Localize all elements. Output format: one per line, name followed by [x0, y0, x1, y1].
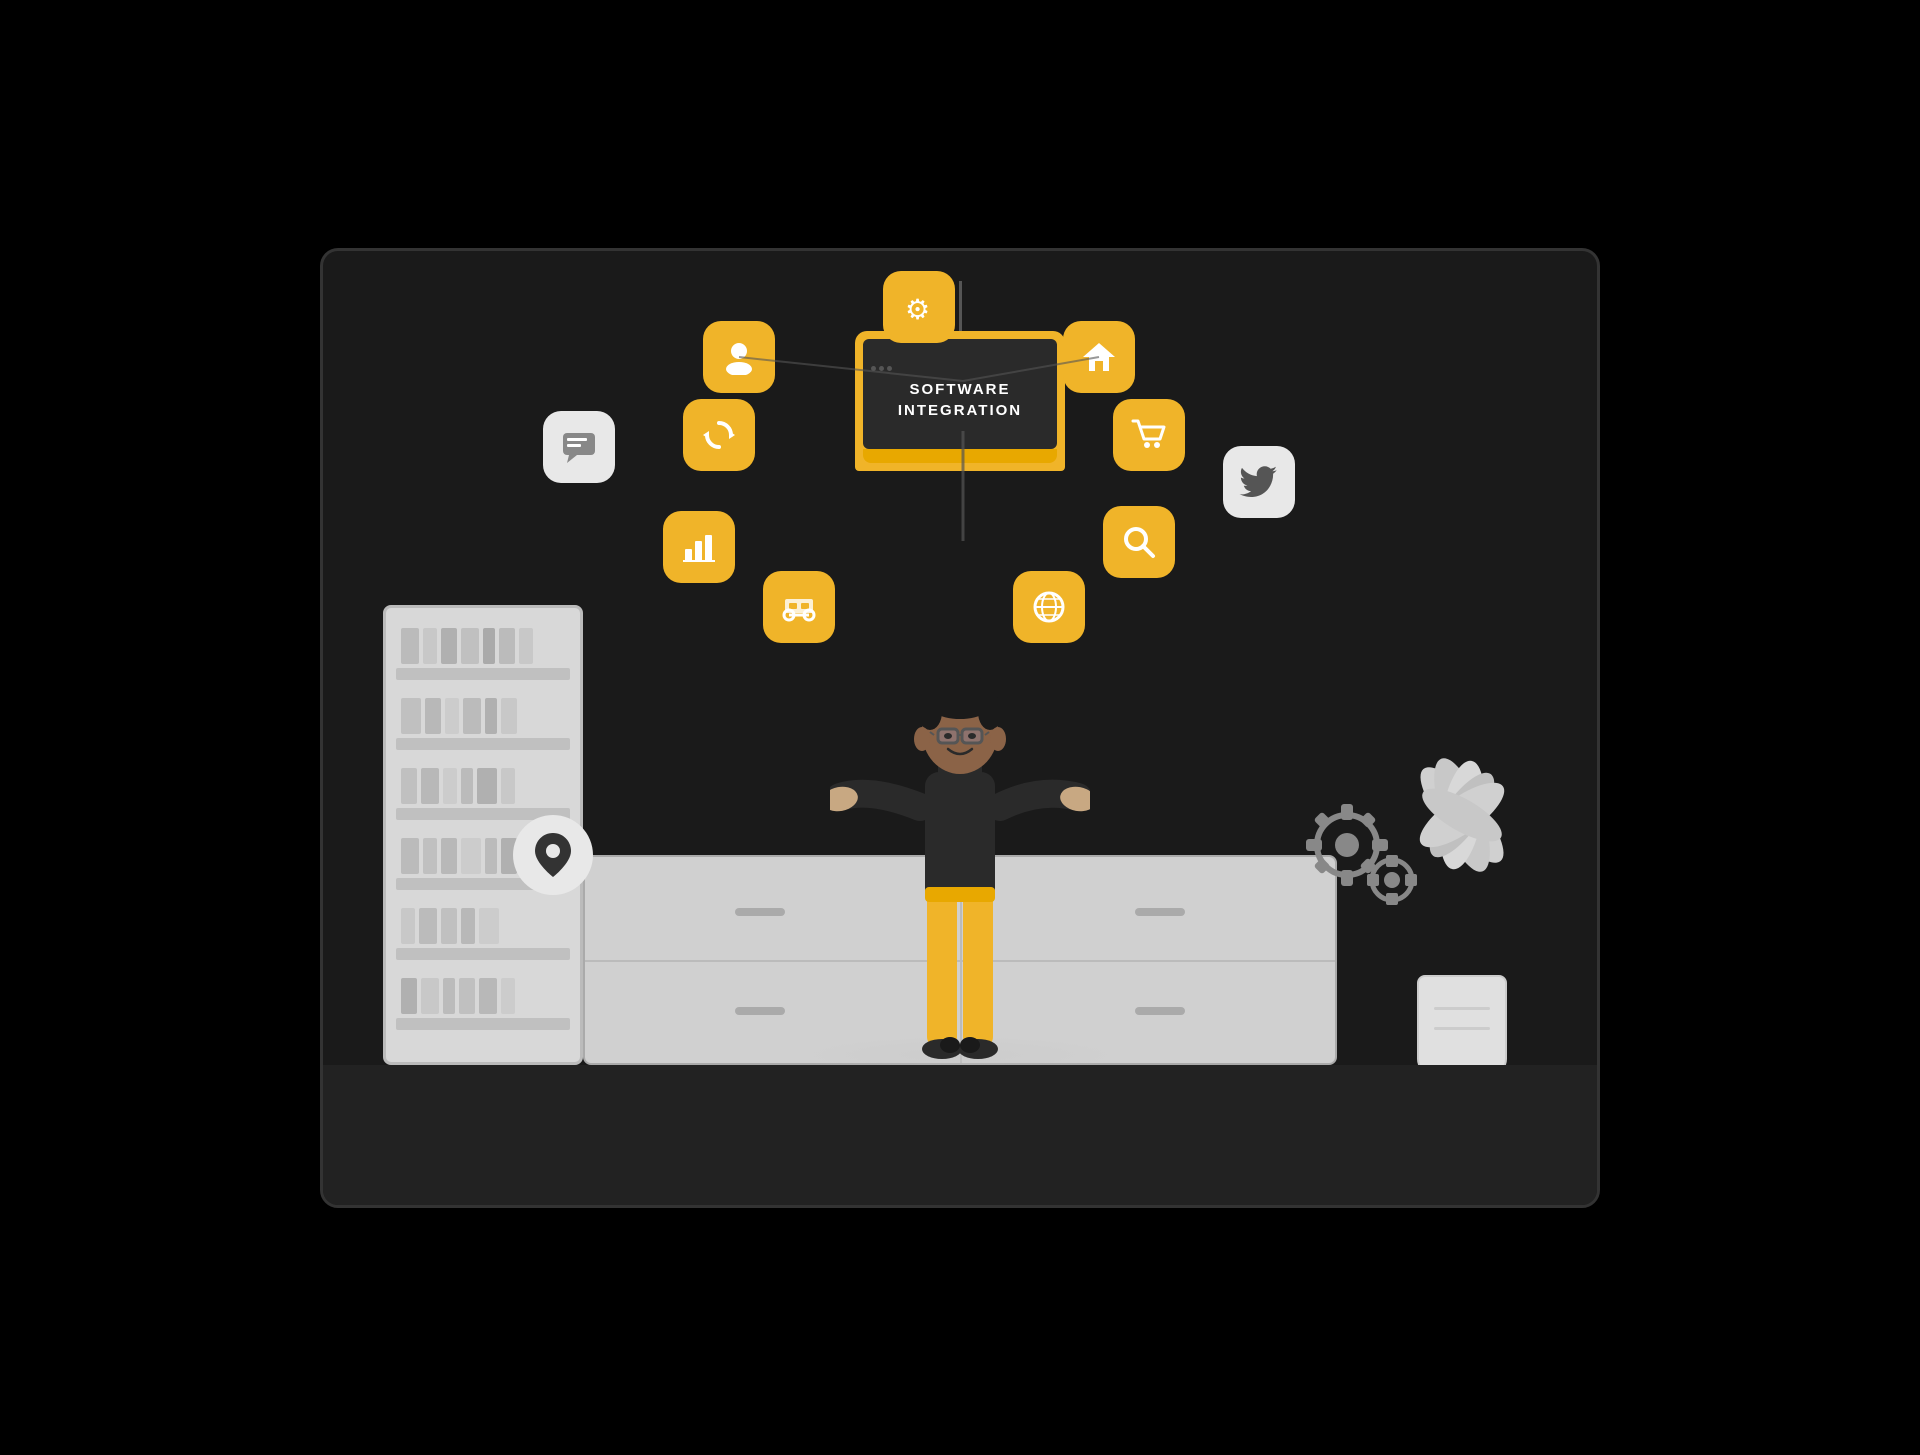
laptop-screen: SOFTWARE INTEGRATION [863, 339, 1057, 449]
search-icon-badge [1103, 506, 1175, 578]
chart-icon-badge [663, 511, 735, 583]
laptop-text: SOFTWARE INTEGRATION [898, 379, 1022, 421]
svg-text:⚙: ⚙ [905, 295, 930, 325]
plant [1417, 975, 1507, 1075]
laptop-line1: SOFTWARE [910, 381, 1011, 398]
refresh-icon-badge [683, 399, 755, 471]
laptop: SOFTWARE INTEGRATION [855, 331, 1065, 471]
home-icon-badge [1063, 321, 1135, 393]
user-icon-badge [703, 321, 775, 393]
settings-top-icon-badge: ⚙ [883, 271, 955, 343]
laptop-line2: INTEGRATION [898, 402, 1022, 419]
conveyor-icon-badge [763, 571, 835, 643]
main-scene: SOFTWARE INTEGRATION ⚙ [320, 248, 1600, 1208]
gear-group [1292, 790, 1432, 935]
twitter-icon-badge [1223, 446, 1295, 518]
location-pin [513, 815, 593, 895]
chat-icon-badge [543, 411, 615, 483]
cart-icon-badge [1113, 399, 1185, 471]
person-illustration [830, 577, 1090, 1077]
floor [323, 1065, 1597, 1205]
